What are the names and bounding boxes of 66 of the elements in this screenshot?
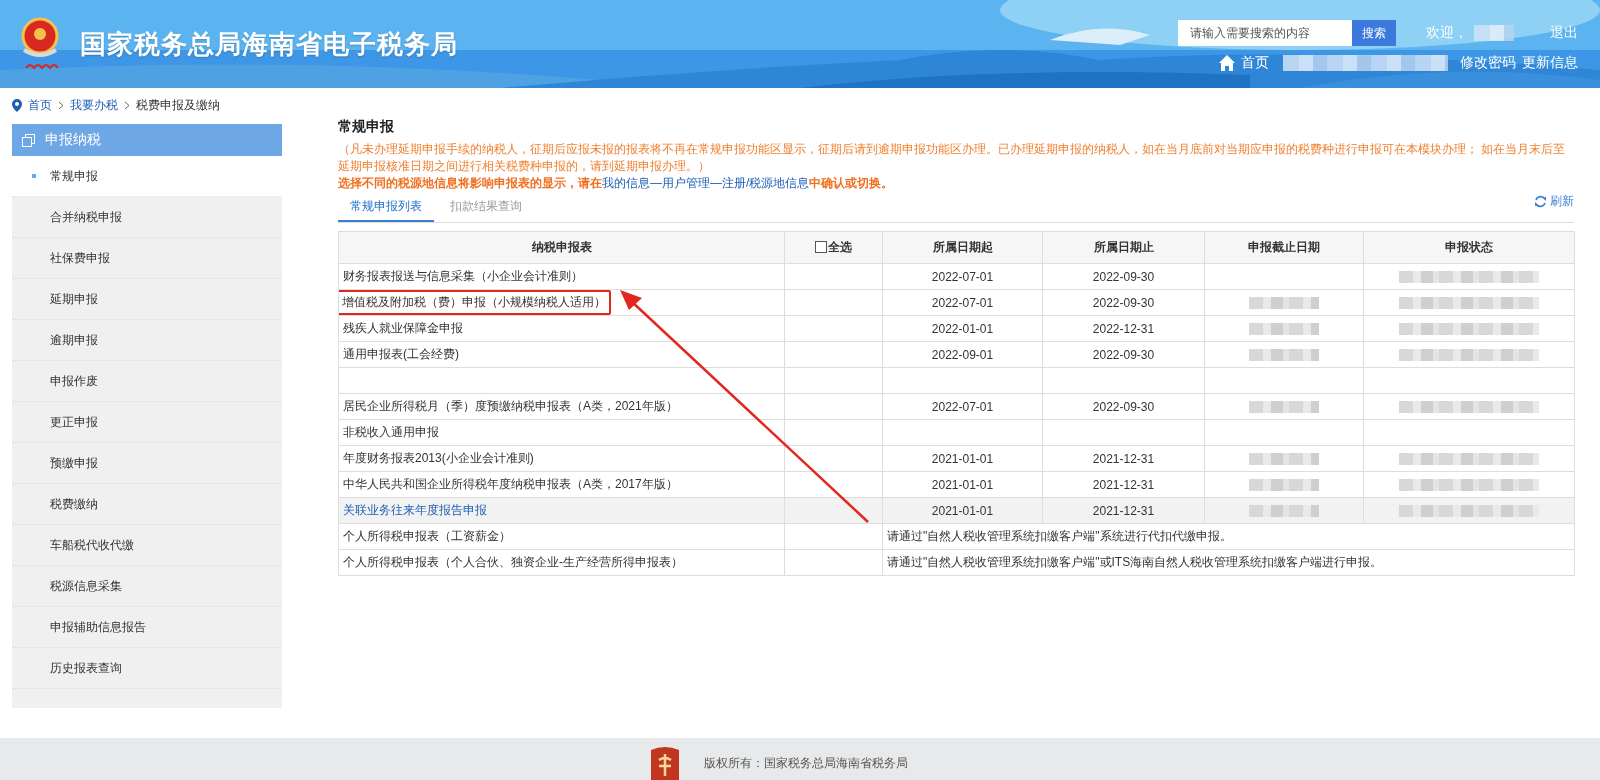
refresh-button[interactable]: 刷新 (1534, 193, 1574, 222)
breadcrumb-link[interactable]: 我要办税 (70, 96, 118, 114)
sidebar-item[interactable]: 申报辅助信息报告 (12, 607, 282, 648)
note-text: 请通过"自然人税收管理系统扣缴客户端"系统进行代扣代缴申报。 (887, 529, 1232, 543)
breadcrumb-current: 税费申报及缴纳 (136, 96, 220, 114)
date-text: 2022-12-31 (1092, 321, 1155, 336)
bullet-icon (32, 174, 36, 178)
sidebar-item[interactable]: 税费缴纳 (12, 484, 282, 525)
section-title: 常规申报 (338, 118, 395, 136)
copyright-text: 版权所有：国家税务总局海南省税务局 (704, 755, 908, 772)
date-text: 2021-12-31 (1092, 503, 1155, 518)
home-icon (1218, 54, 1236, 72)
column-header: 申报状态 (1363, 231, 1575, 264)
welcome-text: 欢迎， (1426, 24, 1468, 42)
column-header: 所属日期止 (1042, 231, 1205, 264)
form-name[interactable]: 残疾人就业保障金申报 (343, 321, 463, 335)
form-name[interactable]: 非税收入通用申报 (343, 425, 439, 439)
sidebar-item[interactable]: 申报作废 (12, 361, 282, 402)
column-header: 所属日期起 (882, 231, 1043, 264)
column-header: 申报截止日期 (1204, 231, 1364, 264)
site-title: 国家税务总局海南省电子税务局 (80, 27, 458, 61)
date-text: 2021-01-01 (931, 451, 994, 466)
tab[interactable]: 常规申报列表 (338, 198, 434, 222)
emblem-logo (648, 746, 682, 780)
sidebar-item[interactable]: 预缴申报 (12, 443, 282, 484)
date-text: 2022-09-30 (1092, 399, 1155, 414)
sidebar-item[interactable]: 车船税代收代缴 (12, 525, 282, 566)
date-text: 2022-01-01 (931, 321, 994, 336)
date-text: 2021-01-01 (931, 477, 994, 492)
date-text: 2021-12-31 (1092, 451, 1155, 466)
sidebar-item[interactable]: 合并纳税申报 (12, 197, 282, 238)
location-icon (12, 98, 22, 112)
sidebar-item[interactable]: 社保费申报 (12, 238, 282, 279)
warning-text: 选择不同的税源地信息将影响申报表的显示，请在我的信息—用户管理—注册/税源地信息中确认或切换。 (338, 175, 895, 192)
date-text: 2022-09-30 (1092, 347, 1155, 362)
date-text: 2022-09-01 (931, 347, 994, 362)
info-link[interactable]: 我的信息—用户管理—注册/税源地信息 (602, 176, 810, 190)
sidebar-item[interactable]: 历史报表查询 (12, 648, 282, 689)
sidebar-item[interactable]: 逾期申报 (12, 320, 282, 361)
sidebar-item[interactable]: 更正申报 (12, 402, 282, 443)
form-name[interactable]: 通用申报表(工会经费) (343, 347, 459, 361)
date-text: 2022-07-01 (931, 269, 994, 284)
date-text: 2022-09-30 (1092, 295, 1155, 310)
date-text: 2022-07-01 (931, 399, 994, 414)
refresh-icon (1534, 195, 1547, 208)
column-header: 纳税申报表 (338, 231, 785, 264)
chevron-icon (124, 100, 130, 110)
sidebar-item[interactable]: 税源信息采集 (12, 566, 282, 607)
sidebar-item[interactable]: 常规申报 (12, 156, 282, 197)
search-button[interactable]: 搜索 (1352, 20, 1396, 46)
form-name[interactable]: 关联业务往来年度报告申报 (343, 503, 487, 517)
date-text: 2022-07-01 (931, 295, 994, 310)
date-text: 2022-09-30 (1092, 269, 1155, 284)
sidebar-item[interactable]: 延期申报 (12, 279, 282, 320)
date-text: 2021-01-01 (931, 503, 994, 518)
chevron-icon (58, 100, 64, 110)
home-link[interactable]: 首页 (1218, 54, 1269, 72)
form-name: 个人所得税申报表（工资薪金） (343, 529, 511, 543)
notice-text: （凡未办理延期申报手续的纳税人，征期后应报未报的报表将不再在常规申报功能区显示，征期后请到逾期申报功能区办理。已办理延期申报的纳税人，如在当月底前对当期应申报的税费种进行申报可在本模块办理； 如在当月末后至延期申报核准日期之间进行相关税费种申报的，请到延期申报办理。） (338, 141, 1567, 175)
sidebar-title: 申报纳税 (45, 131, 101, 149)
breadcrumb-link[interactable]: 首页 (28, 96, 52, 114)
note-text: 请通过"自然人税收管理系统扣缴客户端"或ITS海南自然人税收管理系统扣缴客户端进行申报。 (887, 555, 1383, 569)
search-field[interactable]: 请输入需要搜索的内容 (1178, 20, 1352, 46)
date-text: 2021-12-31 (1092, 477, 1155, 492)
form-name: 个人所得税申报表（个人合伙、独资企业-生产经营所得申报表） (343, 555, 683, 569)
copy-icon (22, 133, 35, 147)
